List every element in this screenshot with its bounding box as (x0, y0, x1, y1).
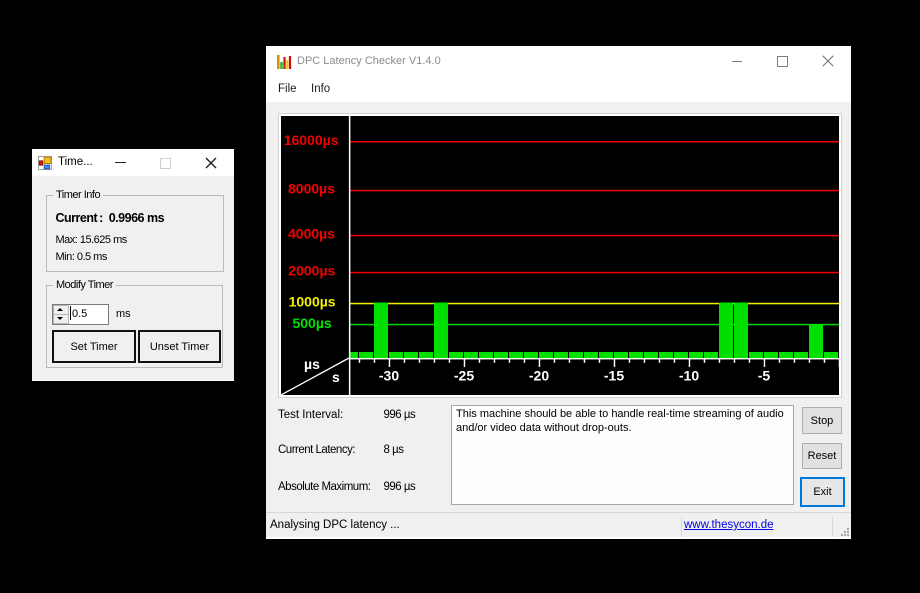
svg-text:2000µs: 2000µs (288, 263, 335, 279)
svg-text:-20: -20 (529, 368, 549, 384)
svg-text:µs: µs (304, 356, 320, 372)
svg-text:-15: -15 (604, 368, 624, 384)
svg-text:-30: -30 (379, 368, 399, 384)
svg-text:4000µs: 4000µs (288, 226, 335, 242)
svg-text:-10: -10 (679, 368, 699, 384)
svg-text:s: s (332, 369, 340, 385)
svg-text:-5: -5 (758, 368, 771, 384)
svg-text:8000µs: 8000µs (288, 181, 335, 197)
svg-text:500µs: 500µs (292, 315, 331, 331)
svg-text:-25: -25 (454, 368, 474, 384)
svg-text:1000µs: 1000µs (289, 294, 336, 310)
svg-text:16000µs: 16000µs (284, 132, 339, 148)
